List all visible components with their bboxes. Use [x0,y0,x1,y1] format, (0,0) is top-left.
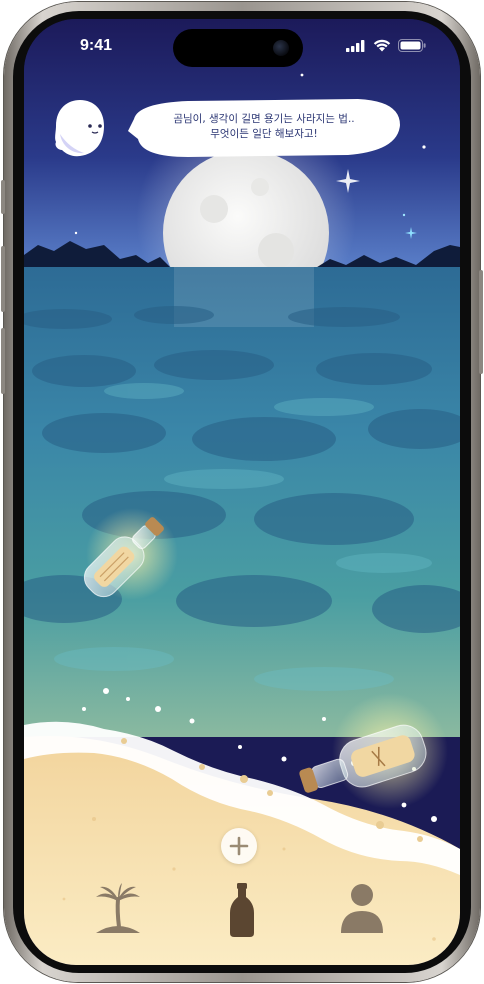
signal-icon [346,39,365,52]
island-palm-icon [96,883,140,933]
camera-icon [273,40,289,56]
beach-scene [24,19,460,965]
action-button [1,180,5,214]
nav-profile[interactable] [332,881,392,939]
nav-island[interactable] [88,881,148,939]
ghost-character-icon[interactable] [50,96,108,160]
dynamic-island [173,29,303,67]
app-screen: 9:41 곰님이, 생각이 길면 용기는 사라지는 법.. 무엇이든 일단 해보… [24,19,460,965]
add-bottle-button[interactable] [221,828,257,864]
bottom-nav [24,865,460,965]
nav-bottle[interactable] [212,881,272,939]
person-icon [341,884,383,933]
speech-bubble: 곰님이, 생각이 길면 용기는 사라지는 법.. 무엇이든 일단 해보자고! [128,99,400,155]
volume-down-button [1,328,5,394]
wifi-icon [373,39,391,52]
power-button [479,270,483,374]
speech-line-2: 무엇이든 일단 해보자고! [210,128,318,140]
plus-icon [229,836,249,856]
bottle-icon [230,883,254,937]
battery-icon [398,39,426,52]
status-time: 9:41 [80,37,113,54]
status-icons [346,39,426,52]
volume-up-button [1,246,5,312]
speech-line-1: 곰님이, 생각이 길면 용기는 사라지는 법.. [173,113,355,125]
